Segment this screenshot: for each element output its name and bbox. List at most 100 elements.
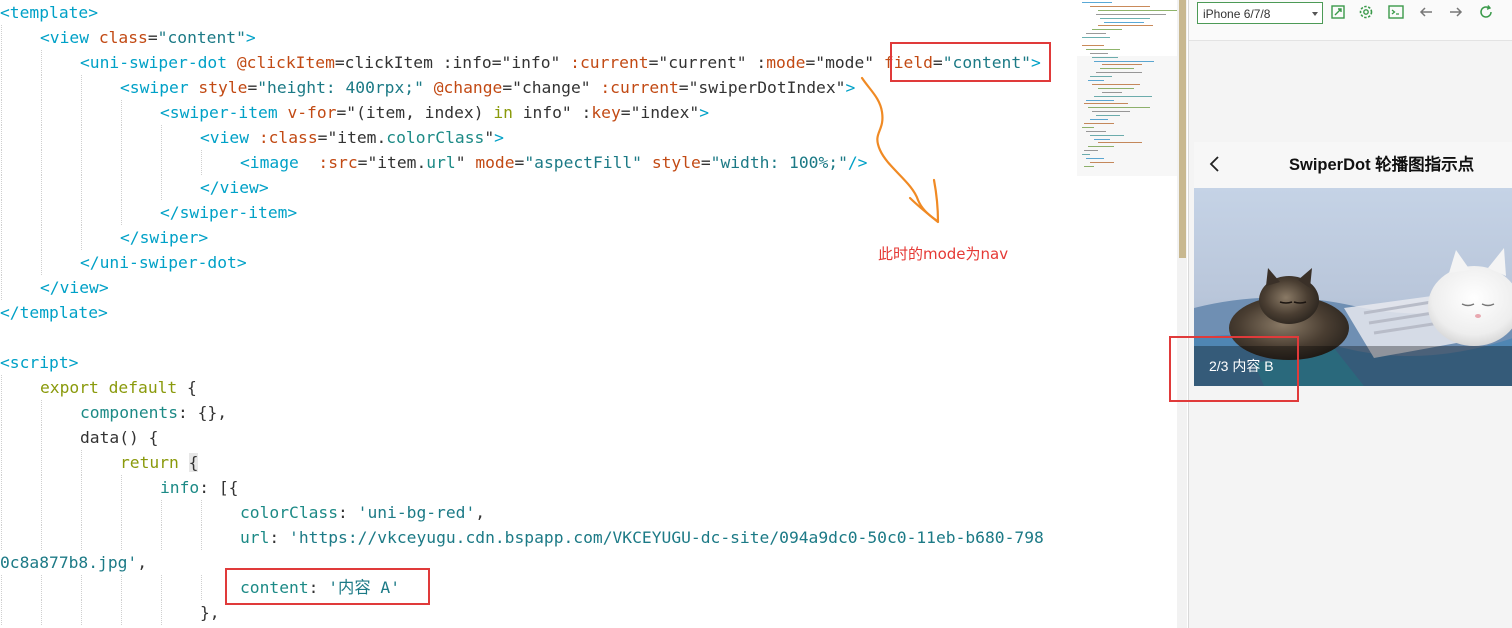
code-token: =	[357, 153, 368, 172]
indent-guide	[201, 500, 202, 525]
indent-guide	[1, 450, 2, 475]
minimap-line	[1082, 2, 1112, 3]
code-token: "content"	[157, 28, 246, 47]
indent-guide	[121, 100, 122, 125]
indent-guide	[41, 200, 42, 225]
indent-guide	[161, 600, 162, 625]
indent-guide	[121, 150, 122, 175]
forward-arrow-icon[interactable]	[1447, 3, 1465, 21]
code-token: 'https://vkceyugu.cdn.bspapp.com/VKCEYUG…	[289, 528, 1044, 547]
minimap-line	[1090, 52, 1108, 54]
code-token: () {	[119, 428, 159, 447]
minimap-line	[1082, 37, 1110, 39]
code-token: >	[494, 128, 504, 147]
minimap-viewport[interactable]	[1077, 56, 1177, 176]
code-token: return	[120, 453, 189, 472]
indent-guide	[41, 600, 42, 625]
code-token: :	[269, 528, 290, 547]
settings-icon[interactable]	[1357, 3, 1375, 21]
indent-guide	[1, 500, 2, 525]
code-token: "height: 400rpx;"	[257, 78, 424, 97]
indent-guide	[121, 525, 122, 550]
code-token: =	[502, 78, 513, 97]
indent-guide	[201, 525, 202, 550]
code-token: mode	[475, 153, 515, 172]
indent-guide	[201, 575, 202, 600]
screenshot-icon[interactable]	[1329, 3, 1347, 21]
code-line: <script>	[0, 350, 78, 375]
back-arrow-icon[interactable]	[1417, 3, 1435, 21]
code-line: return {	[120, 450, 199, 475]
code-token: "width: 100%;"	[710, 153, 848, 172]
code-token: "(item, index)	[346, 103, 494, 122]
code-token: style	[198, 78, 248, 97]
highlight-content-value	[225, 568, 430, 605]
code-token: :	[746, 53, 767, 72]
minimap-line	[1092, 29, 1122, 31]
refresh-icon[interactable]	[1477, 3, 1495, 21]
indent-guide	[81, 200, 82, 225]
code-token: =	[648, 53, 659, 72]
code-line: colorClass: 'uni-bg-red',	[240, 500, 485, 525]
indent-guide	[1, 150, 2, 175]
indent-guide	[1, 575, 2, 600]
indent-guide	[121, 575, 122, 600]
indent-guide	[41, 575, 42, 600]
device-select[interactable]: iPhone 6/7/8	[1197, 2, 1323, 24]
code-token: : {},	[178, 403, 228, 422]
indent-guide	[1, 475, 2, 500]
code-token: 'uni-bg-red'	[357, 503, 476, 522]
chevron-down-icon	[1312, 12, 1318, 16]
code-line: info: [{	[160, 475, 238, 500]
minimap-line	[1104, 21, 1144, 23]
indent-guide	[81, 525, 82, 550]
indent-guide	[1, 425, 2, 450]
code-token: "aspectFill"	[524, 153, 642, 172]
code-line: 0c8a877b8.jpg',	[0, 550, 147, 575]
console-icon[interactable]	[1387, 3, 1405, 21]
code-token: },	[200, 603, 220, 622]
code-token: colorClass	[386, 128, 485, 147]
code-line: </uni-swiper-dot>	[80, 250, 247, 275]
indent-guide	[201, 150, 202, 175]
indent-guide	[1, 125, 2, 150]
code-token: key	[591, 103, 621, 122]
code-token: <swiper-item	[160, 103, 288, 122]
minimap-line	[1082, 44, 1104, 46]
back-chevron-icon[interactable]	[1206, 155, 1224, 173]
code-line: data() {	[80, 425, 158, 450]
code-line: },	[200, 600, 220, 625]
code-token: />	[847, 153, 868, 172]
code-token: =	[700, 153, 711, 172]
code-line: <view :class="item.colorClass">	[200, 125, 504, 150]
code-token: class	[98, 28, 148, 47]
code-token: info"	[512, 103, 572, 122]
code-token: "item.	[367, 153, 427, 172]
code-token: =clickItem :info=	[334, 53, 502, 72]
code-token: {	[187, 378, 197, 397]
nav-bar: SwiperDot 轮播图指示点	[1194, 142, 1512, 188]
code-token: <script>	[0, 353, 79, 372]
indent-guide	[41, 150, 42, 175]
scrollbar-thumb[interactable]	[1179, 0, 1186, 258]
code-token: =	[336, 103, 347, 122]
indent-guide	[1, 275, 2, 300]
minimap-line	[1090, 5, 1150, 7]
code-token: <template>	[0, 3, 99, 22]
minimap[interactable]	[1077, 0, 1178, 628]
indent-guide	[161, 500, 162, 525]
code-token: in	[493, 103, 513, 122]
code-token: v-for	[287, 103, 337, 122]
indent-guide	[41, 425, 42, 450]
highlight-swiper-dot	[1169, 336, 1299, 402]
indent-guide	[161, 150, 162, 175]
minimap-line	[1086, 48, 1120, 50]
code-editor[interactable]: <template> <view class="content"> <uni-swi…	[0, 0, 1077, 628]
indent-guide	[1, 525, 2, 550]
code-token: <view	[200, 128, 259, 147]
indent-guide	[121, 125, 122, 150]
code-token: "	[455, 153, 466, 172]
